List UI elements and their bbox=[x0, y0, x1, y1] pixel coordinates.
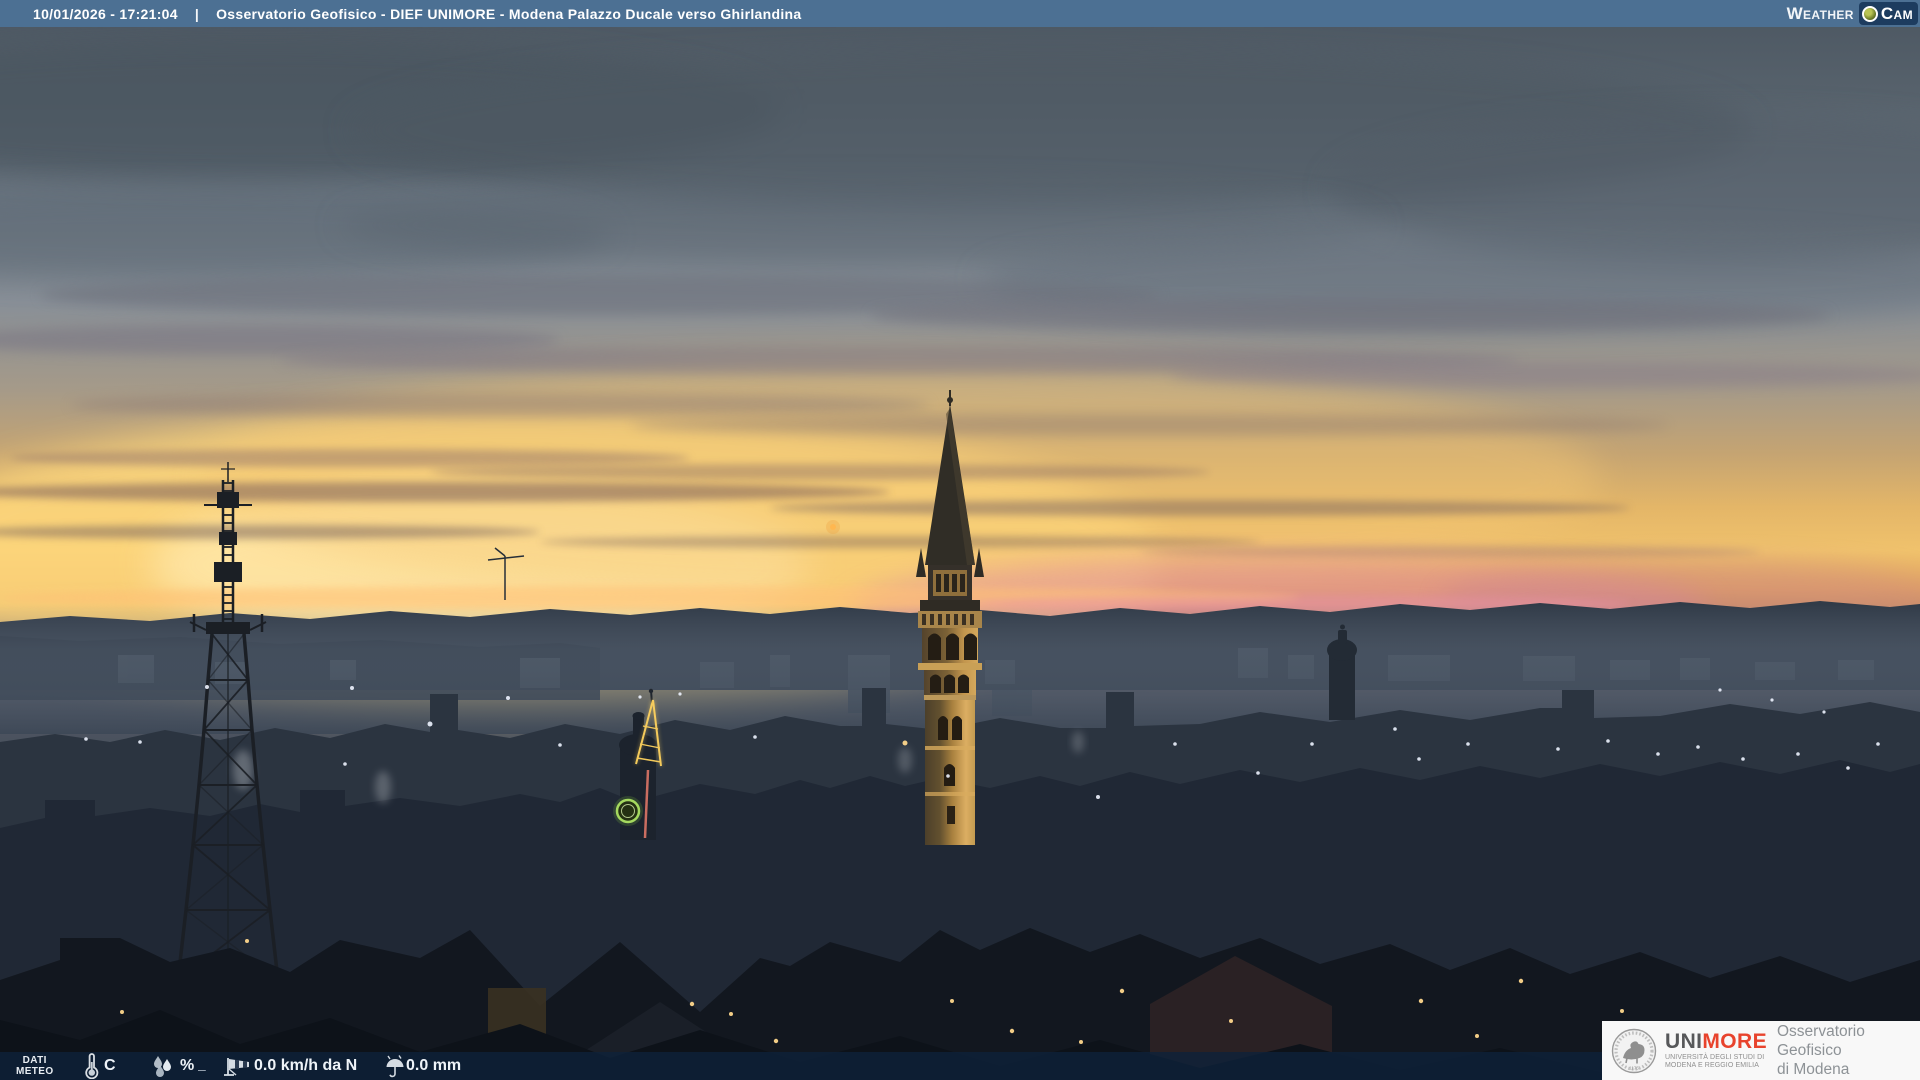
weathercam-cam-word: Cam bbox=[1880, 3, 1913, 23]
unimore-brand-box: 1175 UNIMORE UNIVERSITÀ DEGLI STUDI DI M… bbox=[1602, 1021, 1920, 1080]
weathercam-word: Weather bbox=[1786, 3, 1854, 23]
unimore-wordmark: UNIMORE UNIVERSITÀ DEGLI STUDI DI MODENA… bbox=[1665, 1031, 1767, 1071]
weathercam-badge: Cam bbox=[1858, 2, 1918, 25]
meteo-label: DATI METEO bbox=[16, 1052, 54, 1080]
green-clock bbox=[613, 796, 643, 826]
meteo-label-line1: DATI bbox=[22, 1055, 47, 1066]
observatory-name-line2: di Modena bbox=[1776, 1061, 1850, 1078]
webcam-scene bbox=[0, 0, 1920, 1080]
observatory-name-line1: Osservatorio Geofisico bbox=[1776, 1023, 1865, 1059]
brand-more: MORE bbox=[1702, 1029, 1767, 1053]
brand-subtitle-line2: MODENA E REGGIO EMILIA bbox=[1665, 1062, 1759, 1069]
camera-title: Osservatorio Geofisico - DIEF UNIMORE - … bbox=[216, 5, 802, 22]
umbrella-icon bbox=[384, 1052, 406, 1080]
temperature-unit: C bbox=[104, 1057, 116, 1074]
weathercam-logo: Weather Cam bbox=[1787, 1, 1918, 26]
brand-uni: UNI bbox=[1665, 1029, 1703, 1053]
wind-value: 0.0 km/h da N bbox=[254, 1057, 358, 1074]
crane-beacon-light bbox=[826, 520, 840, 534]
meteo-label-line2: METEO bbox=[16, 1066, 54, 1077]
thermometer-icon bbox=[84, 1052, 99, 1080]
windsock-icon bbox=[222, 1052, 252, 1080]
weathercam-dot-icon bbox=[1861, 5, 1878, 22]
observatory-name: Osservatorio Geofisico di Modena bbox=[1777, 1022, 1920, 1079]
webcam-frame: 10/01/2026 - 17:21:04 | Osservatorio Geo… bbox=[0, 0, 1920, 1080]
brand-subtitle-line1: UNIVERSITÀ DEGLI STUDI DI bbox=[1665, 1053, 1765, 1061]
rain-value: 0.0 mm bbox=[406, 1057, 462, 1074]
humidity-unit: % bbox=[180, 1057, 195, 1074]
separator: | bbox=[194, 5, 200, 22]
overlay-topbar: 10/01/2026 - 17:21:04 | Osservatorio Geo… bbox=[0, 0, 1920, 27]
unimore-crest-icon: 1175 bbox=[1611, 1028, 1657, 1073]
drops-icon bbox=[150, 1052, 177, 1080]
svg-text:1175: 1175 bbox=[1629, 1065, 1639, 1070]
humidity-placeholder: – bbox=[198, 1061, 206, 1077]
timestamp: 10/01/2026 - 17:21:04 bbox=[33, 5, 178, 22]
